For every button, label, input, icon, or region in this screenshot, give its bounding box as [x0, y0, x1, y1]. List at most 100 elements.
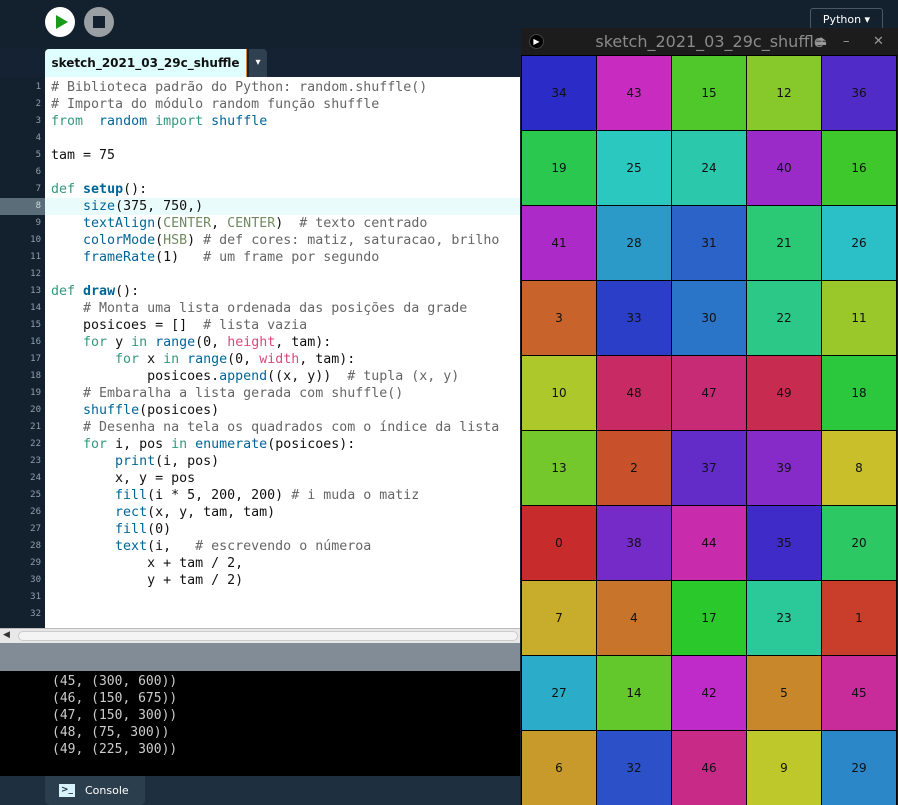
code-token: shuffle	[211, 114, 268, 129]
code-token: # lista vazia	[203, 318, 308, 333]
console-line: (45, (300, 600))	[52, 674, 178, 689]
horizontal-scrollbar[interactable]: ◀	[0, 628, 520, 643]
line-number: 28	[30, 541, 41, 551]
grid-cell: 30	[671, 280, 747, 356]
code-token: (posicoes):	[267, 437, 356, 452]
code-token: for	[83, 437, 108, 452]
line-number: 27	[30, 524, 41, 534]
code-editor[interactable]: # Biblioteca padrão do Python: random.sh…	[45, 77, 520, 628]
grid-cell: 26	[821, 205, 897, 281]
grid-cell: 32	[596, 730, 672, 805]
code-token: tam = 75	[51, 148, 116, 163]
grid-cell: 7	[521, 580, 597, 656]
grid-cell: 0	[521, 505, 597, 581]
sketch-canvas: 34 43 15 12 36 19 25 24 40 16 41 28 31 21 26 3 33 30 22 11 1…	[521, 55, 898, 805]
grid-cell: 19	[521, 130, 597, 206]
grid-cell: 4	[596, 580, 672, 656]
line-number: 5	[35, 150, 41, 160]
stop-icon[interactable]	[84, 7, 114, 37]
code-token: text	[115, 539, 148, 554]
line-number: 21	[30, 422, 41, 432]
code-token: colorMode	[83, 233, 156, 248]
code-line: # Monta uma lista ordenada das posições …	[51, 300, 467, 317]
console-tab-label: Console	[85, 784, 129, 797]
code-token: # escrevendo o númeroa	[195, 539, 372, 554]
console-line: (49, (225, 300))	[52, 742, 178, 757]
code-token: # i muda o matiz	[291, 488, 420, 503]
line-number: 1	[35, 82, 41, 92]
code-token: y + tam / 2)	[51, 573, 244, 588]
code-line: text(i, # escrevendo o númeroa	[51, 538, 371, 555]
code-line: posicoes = [] # lista vazia	[51, 317, 307, 334]
line-number: 8	[0, 198, 45, 215]
code-token: CENTER	[163, 216, 212, 231]
code-token: fill	[115, 522, 148, 537]
code-token: (375, 750,)	[115, 199, 204, 214]
grid-cell: 5	[746, 655, 822, 731]
code-token: in	[131, 335, 148, 350]
code-line: def draw():	[51, 283, 139, 300]
code-line: x, y = pos	[51, 470, 195, 487]
code-token: frameRate	[83, 250, 156, 265]
code-token: append	[219, 369, 268, 384]
code-token: range	[187, 352, 228, 367]
terminal-icon: >_	[59, 784, 75, 797]
code-token: (0)	[147, 522, 172, 537]
grid-cell: 37	[671, 430, 747, 506]
line-number: 32	[30, 609, 41, 619]
code-token: draw	[83, 284, 116, 299]
code-token: y	[107, 335, 132, 350]
play-icon[interactable]	[45, 7, 75, 37]
line-number: 22	[30, 439, 41, 449]
code-token: x + tam / 2,	[51, 556, 244, 571]
code-line: shuffle(posicoes)	[51, 402, 219, 419]
grid-cell: 44	[671, 505, 747, 581]
code-token: # def cores: matiz, saturacao, brilho	[203, 233, 500, 248]
grid-cell: 20	[821, 505, 897, 581]
code-token: # Biblioteca padrão do Python: random.sh…	[51, 80, 428, 95]
eject-icon[interactable]: ⏏	[815, 28, 827, 55]
code-token: (i, pos)	[155, 454, 220, 469]
close-icon[interactable]: ✕	[873, 28, 884, 55]
code-token: (	[155, 233, 164, 248]
grid-cell: 38	[596, 505, 672, 581]
line-number: 16	[30, 337, 41, 347]
code-line: rect(x, y, tam, tam)	[51, 504, 275, 521]
line-number: 10	[30, 235, 41, 245]
code-token: # Importa do módulo random função shuffl…	[51, 97, 380, 112]
grid-cell: 45	[821, 655, 897, 731]
code-token: # Desenha na tela os quadrados com o índ…	[83, 420, 500, 435]
code-line: frameRate(1) # um frame por segundo	[51, 249, 379, 266]
grid-cell: 40	[746, 130, 822, 206]
grid-cell: 14	[596, 655, 672, 731]
window-titlebar[interactable]: ▶ sketch_2021_03_29c_shuffle ⏏ – ✕	[521, 28, 898, 55]
grid-cell: 43	[596, 55, 672, 131]
grid-cell: 10	[521, 355, 597, 431]
console-tab[interactable]: >_ Console	[45, 776, 145, 805]
tab-menu-button[interactable]: ▾	[249, 49, 267, 77]
minimize-icon[interactable]: –	[843, 28, 850, 55]
code-line: y + tam / 2)	[51, 572, 243, 589]
status-bar	[0, 643, 520, 671]
tab-sketch[interactable]: sketch_2021_03_29c_shuffle	[45, 49, 247, 77]
grid-cell: 18	[821, 355, 897, 431]
grid-cell: 48	[596, 355, 672, 431]
code-token: (1)	[155, 250, 204, 265]
scroll-left-icon[interactable]: ◀	[3, 630, 10, 640]
console-output: (45, (300, 600)) (46, (150, 675)) (47, (15…	[0, 671, 520, 776]
scrollbar-thumb[interactable]	[18, 631, 518, 641]
code-token: (x, y, tam, tam)	[147, 505, 276, 520]
code-token: in	[171, 437, 188, 452]
console-line: (47, (150, 300))	[52, 708, 178, 723]
grid-cell: 11	[821, 280, 897, 356]
code-line: posicoes.append((x, y)) # tupla (x, y)	[51, 368, 459, 385]
code-token: , tam):	[275, 335, 332, 350]
